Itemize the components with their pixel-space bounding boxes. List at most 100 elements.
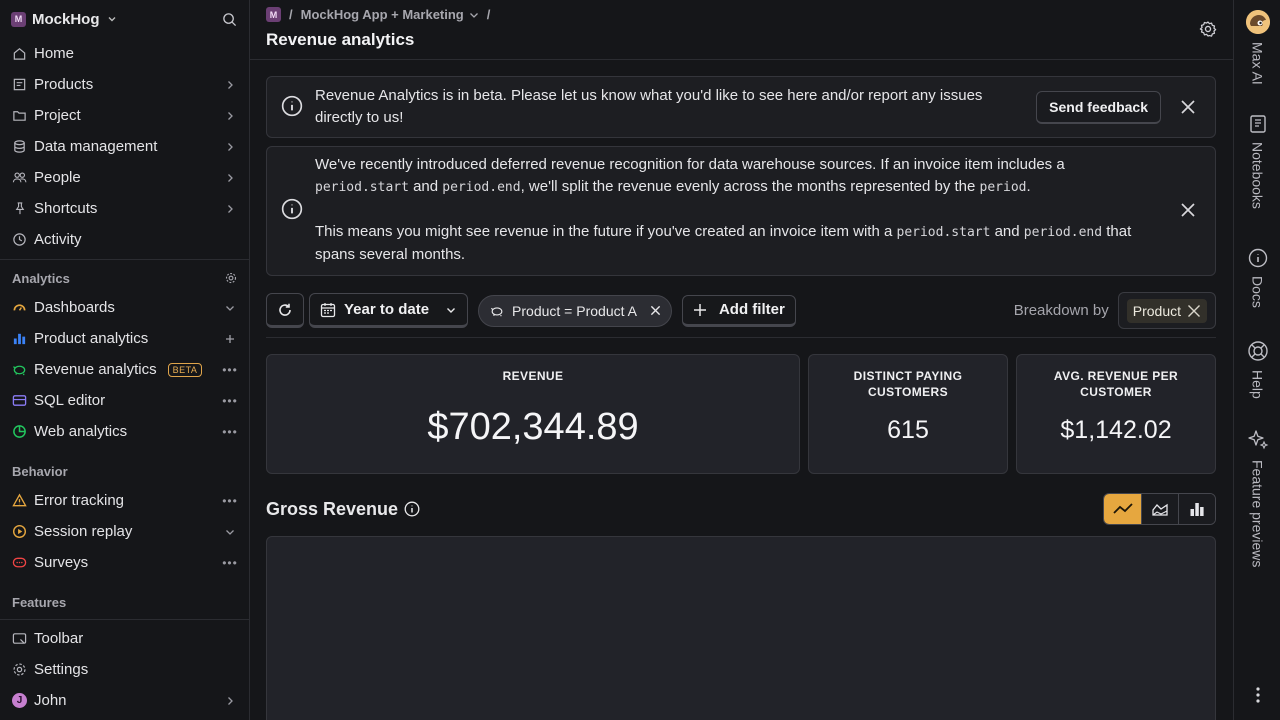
sidebar-item-error-tracking[interactable]: Error tracking ••• (0, 485, 249, 516)
stat-value: $1,142.02 (1060, 416, 1172, 444)
close-icon[interactable] (1173, 99, 1203, 115)
sidebar-item-home[interactable]: Home (0, 38, 249, 69)
more-icon[interactable]: ••• (222, 425, 237, 439)
stat-title: DISTINCT PAYING CUSTOMERS (853, 369, 963, 399)
chevron-down-icon[interactable] (223, 303, 237, 313)
text-span: and (408, 178, 443, 195)
breakdown-label: Breakdown by (1013, 302, 1109, 319)
org-name: MockHog (32, 10, 100, 28)
org-badge: M (266, 7, 281, 22)
stat-value: $702,344.89 (427, 406, 639, 448)
breadcrumb-separator: / (289, 7, 293, 22)
sidebar-item-revenue-analytics[interactable]: Revenue analytics BETA ••• (0, 354, 249, 385)
rail-docs[interactable]: Docs (1234, 248, 1280, 308)
sidebar-item-product-analytics[interactable]: Product analytics (0, 323, 249, 354)
section-title: Behavior (12, 463, 68, 479)
sparkle-icon (1247, 430, 1268, 450)
gear-icon[interactable] (225, 272, 237, 284)
sidebar-item-label: Error tracking (34, 492, 125, 509)
product-filter-chip[interactable]: Product = Product A (478, 294, 672, 327)
section-analytics: Analytics (0, 264, 249, 292)
sidebar-item-sql-editor[interactable]: SQL editor ••• (0, 385, 249, 416)
sidebar-item-label: SQL editor (34, 392, 106, 409)
org-switcher[interactable]: M MockHog (11, 11, 118, 28)
refresh-icon (279, 303, 291, 316)
more-icon[interactable]: ••• (222, 556, 237, 570)
toolbar-icon (12, 631, 27, 646)
sidebar-item-people[interactable]: People (0, 162, 249, 193)
rail-feature-previews[interactable]: Feature previews (1234, 428, 1280, 567)
avatar: J (12, 693, 27, 708)
date-range-select[interactable]: Year to date (309, 293, 469, 328)
folder-icon (12, 108, 27, 123)
search-icon[interactable] (222, 12, 237, 27)
sidebar-item-session-replay[interactable]: Session replay (0, 516, 249, 547)
sidebar-item-products[interactable]: Products (0, 69, 249, 100)
sidebar-item-project[interactable]: Project (0, 100, 249, 131)
rail-label: Help (1249, 370, 1266, 399)
sidebar-item-account[interactable]: J John (0, 685, 249, 716)
sidebar-item-label: Product analytics (34, 330, 149, 347)
sidebar-item-label: Revenue analytics (34, 361, 157, 378)
area-chart-option[interactable] (1141, 494, 1178, 524)
plus-icon[interactable] (223, 334, 237, 344)
breakdown-selector[interactable]: Product (1117, 292, 1216, 329)
more-icon[interactable]: ••• (222, 394, 237, 408)
products-icon (12, 77, 27, 92)
breakdown-tag[interactable]: Product (1126, 298, 1207, 323)
code-span: period.end (442, 180, 521, 195)
chevron-right-icon (223, 80, 237, 90)
info-icon (281, 198, 303, 223)
rail-label: Feature previews (1249, 460, 1266, 568)
deferred-revenue-banner: We've recently introduced deferred reven… (266, 146, 1216, 276)
stat-title: AVG. REVENUE PER CUSTOMER (1053, 369, 1179, 399)
send-feedback-button[interactable]: Send feedback (1036, 90, 1161, 124)
sidebar-item-activity[interactable]: Activity (0, 224, 249, 255)
sidebar-item-web-analytics[interactable]: Web analytics ••• (0, 416, 249, 447)
close-icon[interactable] (1187, 304, 1201, 318)
right-rail: Max AI Notebooks Docs Help Feature previ… (1233, 0, 1280, 720)
close-icon[interactable] (650, 305, 661, 316)
top-bar: M / MockHog App + Marketing / Revenue an… (250, 0, 1233, 60)
chevron-right-icon (223, 204, 237, 214)
code-span: period (979, 180, 1027, 195)
add-filter-button[interactable]: Add filter (681, 294, 796, 327)
pin-icon (12, 201, 27, 216)
sidebar-item-dashboards[interactable]: Dashboards (0, 292, 249, 323)
rail-notebooks[interactable]: Notebooks (1234, 114, 1280, 209)
main-content: M / MockHog App + Marketing / Revenue an… (250, 0, 1233, 720)
code-span: period.start (315, 180, 409, 195)
info-icon[interactable] (404, 501, 420, 517)
customers-stat-card: DISTINCT PAYING CUSTOMERS 615 (808, 354, 1008, 474)
rail-label: Notebooks (1249, 142, 1266, 209)
breadcrumb-project[interactable]: MockHog App + Marketing (301, 7, 479, 22)
info-icon (1248, 248, 1267, 268)
close-icon[interactable] (1173, 202, 1203, 218)
chevron-down-icon[interactable] (223, 527, 237, 537)
sidebar-item-shortcuts[interactable]: Shortcuts (0, 193, 249, 224)
rail-max-ai[interactable]: Max AI (1234, 10, 1280, 85)
gross-revenue-title-text: Gross Revenue (266, 498, 399, 519)
deferred-paragraph-2: This means you might see revenue in the … (315, 221, 1161, 266)
filters-bar: Year to date Product = Product A Add fil… (266, 292, 1216, 338)
beta-banner: Revenue Analytics is in beta. Please let… (266, 76, 1216, 138)
section-behavior: Behavior (0, 457, 249, 485)
sidebar-item-toolbar[interactable]: Toolbar (0, 623, 249, 654)
settings-gear-icon[interactable] (1199, 20, 1217, 41)
section-title: Analytics (12, 270, 70, 286)
date-range-label: Year to date (344, 301, 430, 318)
warning-icon (12, 493, 27, 508)
more-icon[interactable]: ••• (222, 363, 237, 377)
more-icon[interactable]: ••• (222, 494, 237, 508)
sidebar-item-settings[interactable]: Settings (0, 654, 249, 685)
sidebar-item-surveys[interactable]: Surveys ••• (0, 547, 249, 578)
line-chart-option[interactable] (1104, 494, 1141, 524)
sidebar-item-data-management[interactable]: Data management (0, 131, 249, 162)
reload-button[interactable] (266, 293, 304, 328)
rail-more-button[interactable] (1234, 686, 1280, 704)
bar-chart-option[interactable] (1178, 494, 1215, 524)
breadcrumb: M / MockHog App + Marketing / (266, 7, 1217, 22)
filter-chip-label: Product = Product A (512, 302, 637, 319)
rail-help[interactable]: Help (1234, 340, 1280, 399)
notebook-icon (1249, 115, 1266, 133)
